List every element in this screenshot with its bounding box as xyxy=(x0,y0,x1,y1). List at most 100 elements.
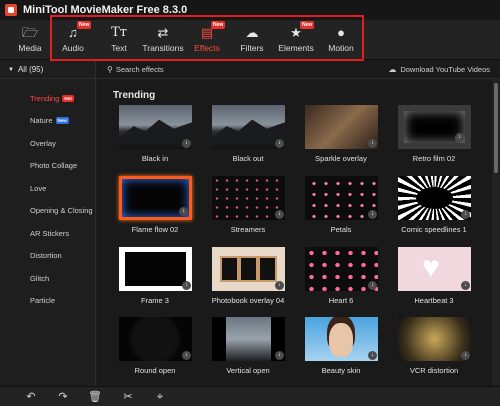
effect-name: Sparkle overlay xyxy=(315,154,367,163)
category-all-header[interactable]: ▼ All (95) xyxy=(0,61,95,79)
download-icon[interactable]: ↓ xyxy=(461,281,470,290)
effect-thumbnail: ↓ xyxy=(305,176,378,220)
effect-name: Petals xyxy=(330,225,352,234)
sidebar-item-label: Nature xyxy=(30,116,53,126)
sidebar-item-trending[interactable]: Trending Hot xyxy=(0,87,95,110)
search-effects-bar[interactable]: ⚲ Search effects ☁ Download YouTube Vide… xyxy=(97,61,500,79)
timeline-toolbar: ↶ ↷ 🗑 ✂ ⌖ xyxy=(0,386,500,406)
effect-thumbnail: ↓ xyxy=(212,176,285,220)
effect-thumbnail: ↓ xyxy=(212,105,285,149)
sidebar-item-label: AR Stickers xyxy=(30,228,70,238)
effect-thumbnail: ↓ xyxy=(398,105,471,149)
effect-card[interactable]: ↓ Sparkle overlay xyxy=(301,105,381,172)
effect-thumbnail: ↓ xyxy=(212,247,285,291)
effects-panel: ⚲ Search effects ☁ Download YouTube Vide… xyxy=(97,61,500,386)
section-title: Trending xyxy=(113,90,156,101)
effect-name: Heart 6 xyxy=(328,296,354,305)
download-icon[interactable]: ↓ xyxy=(179,207,188,216)
download-icon[interactable]: ↓ xyxy=(275,281,284,290)
toolbar-motion-label: Motion xyxy=(328,43,354,53)
effect-thumbnail: ↓ xyxy=(305,247,378,291)
effect-card[interactable]: ↓ VCR distortion xyxy=(394,317,474,384)
effects-scrollbar[interactable] xyxy=(492,79,500,386)
effect-name: Comic speedlines 1 xyxy=(401,225,467,234)
hot-badge: Hot xyxy=(62,94,74,102)
download-icon[interactable]: ↓ xyxy=(368,351,377,360)
effect-card[interactable]: ↓ Vertical open xyxy=(208,317,288,384)
effect-card[interactable]: ↓ Black in xyxy=(115,105,195,172)
effect-card[interactable]: ↓ Frame 3 xyxy=(115,247,195,314)
app-logo-icon xyxy=(5,4,17,16)
effect-card[interactable]: ↓ Black out xyxy=(208,105,288,172)
search-icon: ⚲ xyxy=(107,65,113,74)
sidebar-item-label: Photo Collage xyxy=(30,161,78,171)
new-badge: New xyxy=(77,21,92,29)
split-icon[interactable]: ✂ xyxy=(121,390,135,404)
download-icon[interactable]: ↓ xyxy=(461,351,470,360)
sidebar-item-ar-stickers[interactable]: AR Stickers xyxy=(0,222,95,245)
effect-card[interactable]: ↓ Flame flow 02 xyxy=(115,176,195,243)
effect-thumbnail: ↓ xyxy=(398,176,471,220)
toolbar-motion[interactable]: ● Motion xyxy=(313,24,369,58)
sidebar-item-overlay[interactable]: Overlay xyxy=(0,132,95,155)
effect-name: Photobook overlay 04 xyxy=(211,296,285,305)
effect-name: Streamers xyxy=(230,225,266,234)
effect-card[interactable]: ↓ Beauty skin xyxy=(301,317,381,384)
effect-card[interactable]: ↓ Retro film 02 xyxy=(394,105,474,172)
sidebar-item-love[interactable]: Love xyxy=(0,177,95,200)
download-icon[interactable]: ↓ xyxy=(275,210,284,219)
effects-grid: ↓ Black in ↓ Black out ↓ Sparkle overlay… xyxy=(97,105,492,386)
effect-card[interactable]: ↓ Heart 6 xyxy=(301,247,381,314)
crop-icon[interactable]: ⌖ xyxy=(153,390,167,404)
sidebar-item-particle[interactable]: Particle xyxy=(0,290,95,313)
delete-icon[interactable]: 🗑 xyxy=(88,390,102,404)
effect-name: Beauty skin xyxy=(321,366,361,375)
download-youtube-label: Download YouTube Videos xyxy=(400,65,490,74)
sidebar-item-label: Particle xyxy=(30,296,56,306)
download-youtube-link[interactable]: ☁ Download YouTube Videos xyxy=(388,65,490,74)
download-icon[interactable]: ↓ xyxy=(182,139,191,148)
undo-icon[interactable]: ↶ xyxy=(24,390,38,404)
download-icon[interactable]: ↓ xyxy=(461,210,470,219)
sidebar-item-opening-closing[interactable]: Opening & Closing xyxy=(0,200,95,223)
effect-thumbnail: ↓ xyxy=(119,317,192,361)
sidebar-item-label: Love xyxy=(30,183,47,193)
download-icon[interactable]: ↓ xyxy=(368,210,377,219)
app-title: MiniTool MovieMaker Free 8.3.0 xyxy=(23,4,188,16)
category-sidebar: ▼ All (95) Trending Hot Nature New Overl… xyxy=(0,61,96,386)
effect-thumbnail: ↓ xyxy=(305,105,378,149)
sidebar-item-photo-collage[interactable]: Photo Collage xyxy=(0,155,95,178)
category-all-label: All (95) xyxy=(17,65,44,74)
photo-slot xyxy=(220,256,239,282)
sidebar-item-glitch[interactable]: Glitch xyxy=(0,267,95,290)
effect-name: Vertical open xyxy=(226,366,270,375)
effect-card[interactable]: ↓ Streamers xyxy=(208,176,288,243)
cloud-download-icon: ☁ xyxy=(388,65,397,74)
download-icon[interactable]: ↓ xyxy=(368,281,377,290)
effect-card[interactable]: ↓ Photobook overlay 04 xyxy=(208,247,288,314)
download-icon[interactable]: ↓ xyxy=(275,351,284,360)
effect-name: Black out xyxy=(232,154,264,163)
sidebar-item-label: Glitch xyxy=(30,273,50,283)
sidebar-item-distortion[interactable]: Distortion xyxy=(0,245,95,268)
scrollbar-thumb[interactable] xyxy=(494,83,498,173)
sidebar-item-nature[interactable]: Nature New xyxy=(0,110,95,133)
new-badge: New xyxy=(55,117,69,125)
effect-card[interactable]: ↓ Round open xyxy=(115,317,195,384)
sidebar-item-label: Opening & Closing xyxy=(30,206,93,216)
download-icon[interactable]: ↓ xyxy=(275,139,284,148)
effect-name: Retro film 02 xyxy=(412,154,456,163)
caret-down-icon: ▼ xyxy=(8,66,14,73)
download-icon[interactable]: ↓ xyxy=(455,133,464,142)
download-icon[interactable]: ↓ xyxy=(368,139,377,148)
effect-card[interactable]: ↓ Comic speedlines 1 xyxy=(394,176,474,243)
search-effects-label: Search effects xyxy=(115,65,164,74)
download-icon[interactable]: ↓ xyxy=(182,281,191,290)
effect-card[interactable]: ↓ Heartbeat 3 xyxy=(394,247,474,314)
redo-icon[interactable]: ↷ xyxy=(56,390,70,404)
effect-thumbnail: ↓ xyxy=(119,247,192,291)
title-bar: MiniTool MovieMaker Free 8.3.0 xyxy=(0,0,500,20)
effect-thumbnail: ↓ xyxy=(119,105,192,149)
download-icon[interactable]: ↓ xyxy=(182,351,191,360)
effect-card[interactable]: ↓ Petals xyxy=(301,176,381,243)
